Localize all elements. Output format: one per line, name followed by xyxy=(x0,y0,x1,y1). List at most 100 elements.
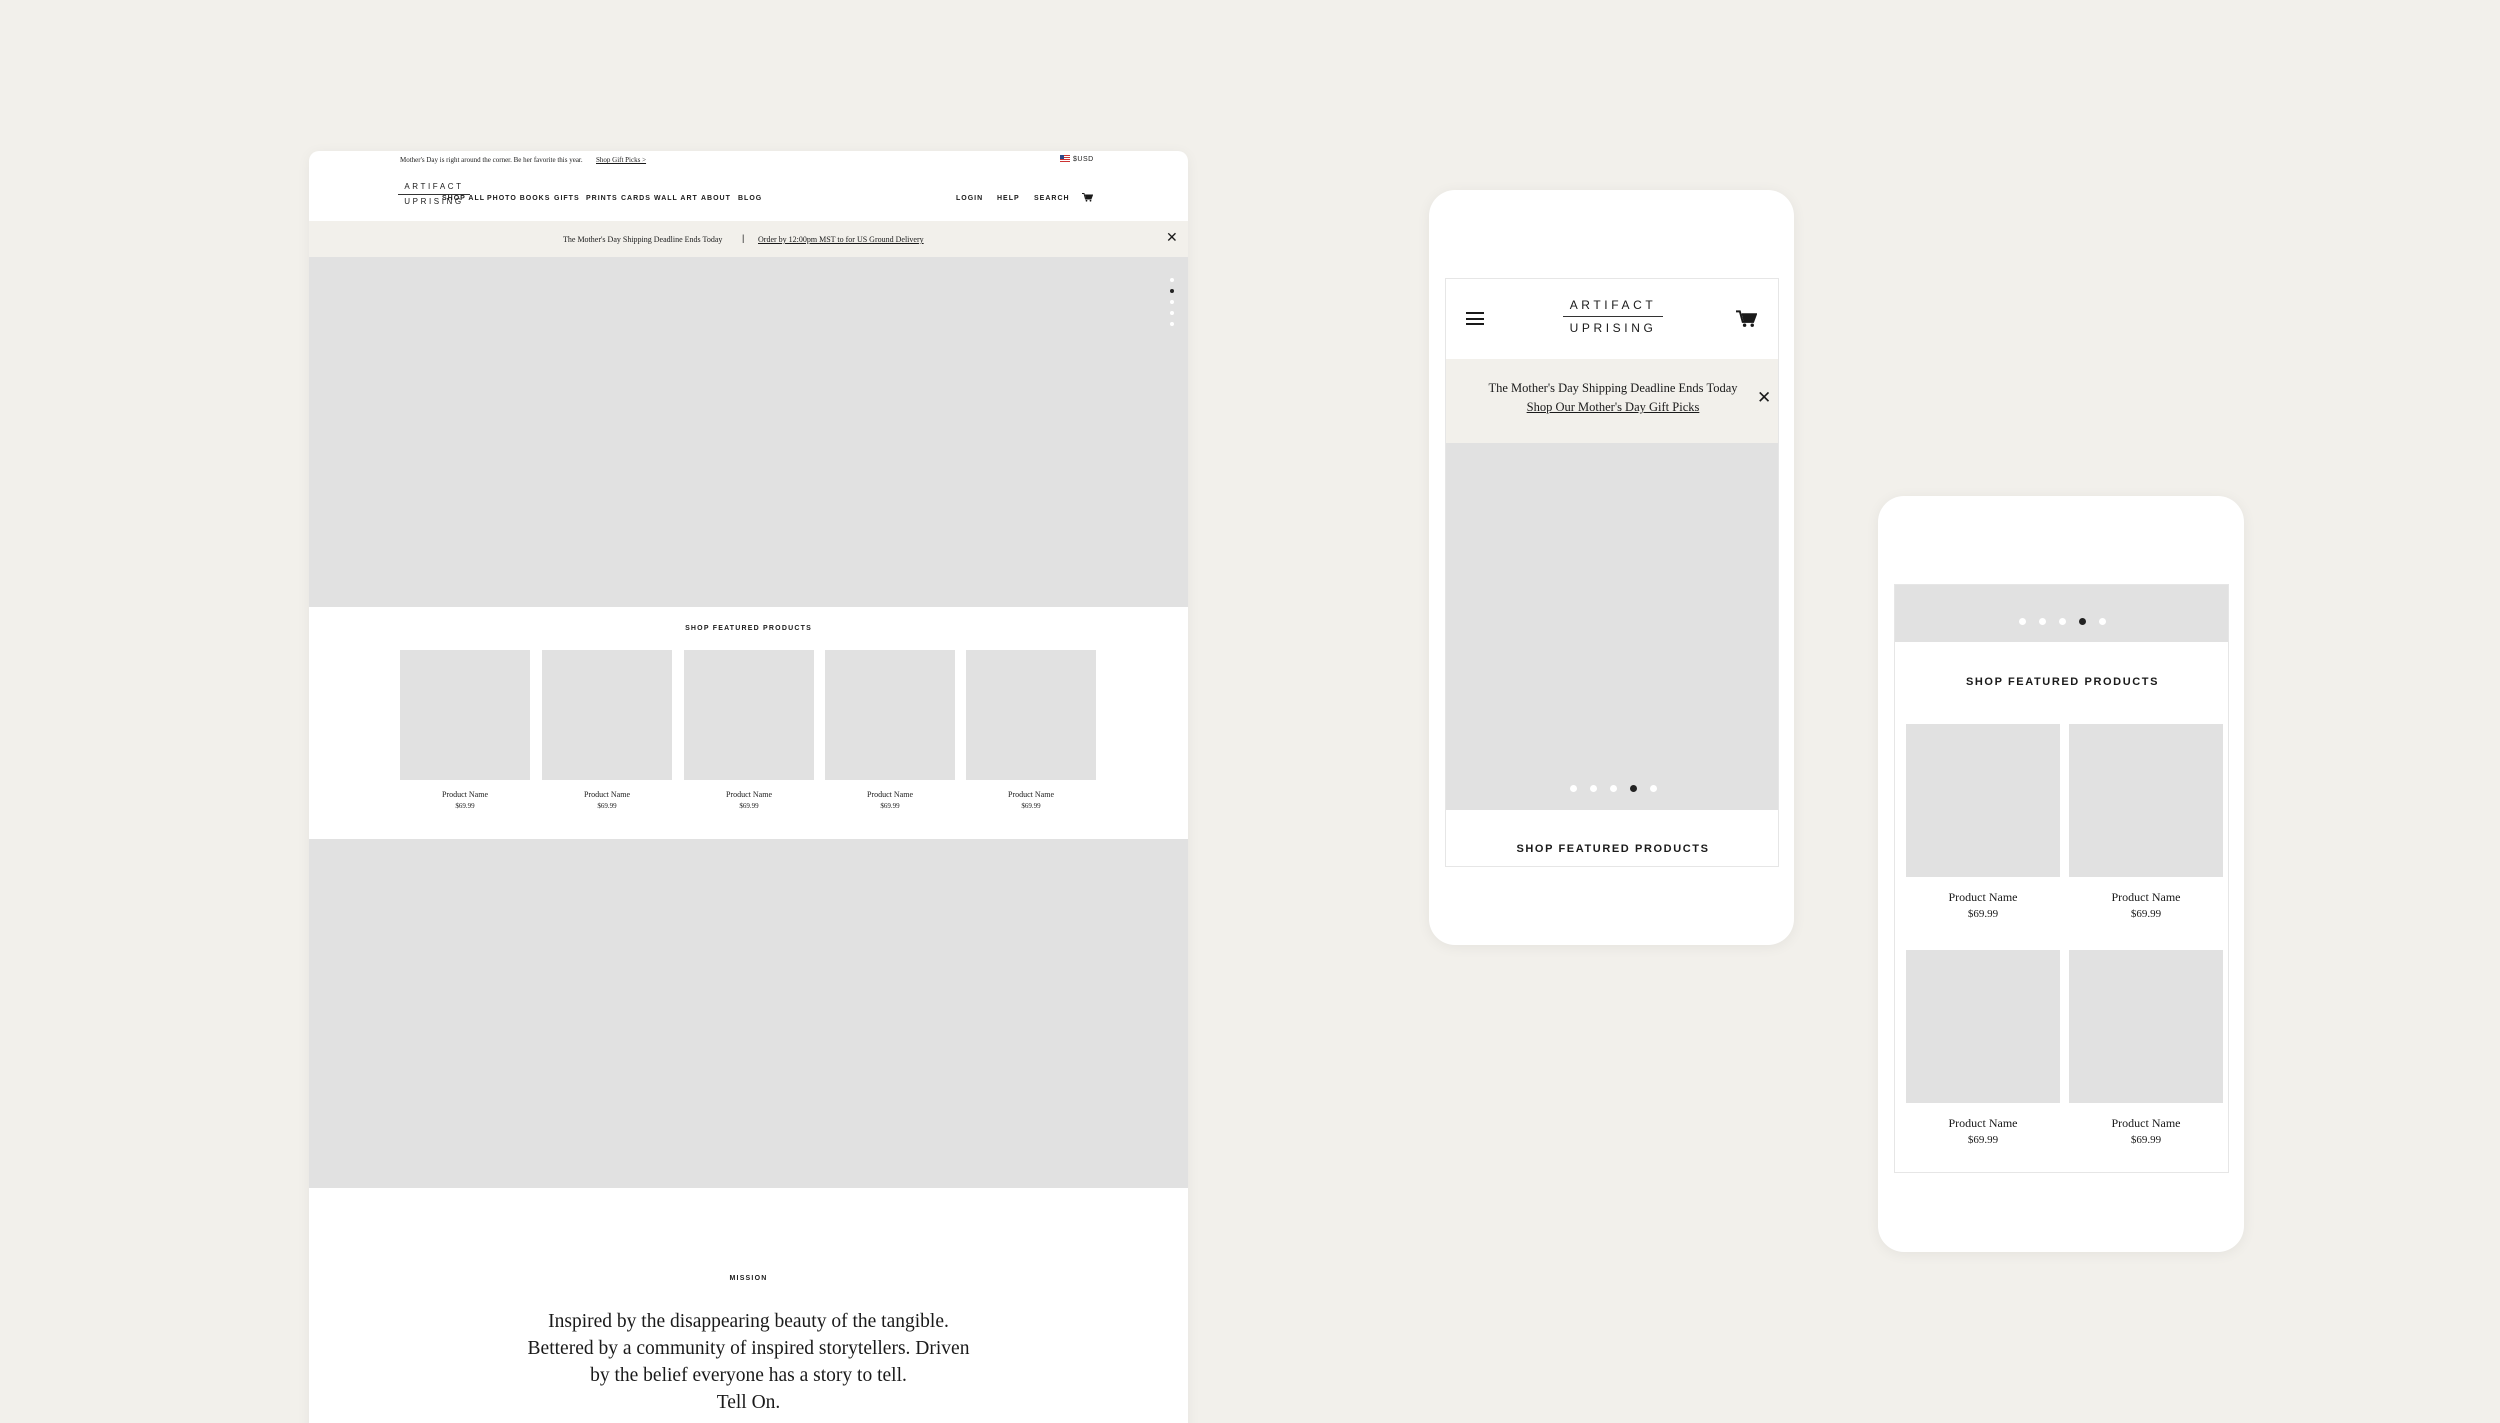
carousel-dots xyxy=(1170,278,1176,333)
nav-search[interactable]: SEARCH xyxy=(1034,195,1070,202)
product-name: Product Name xyxy=(1948,1116,2018,1130)
product-name: Product Name xyxy=(2111,1116,2181,1130)
mission-label: MISSION xyxy=(729,1275,768,1282)
product-name: Product Name xyxy=(584,790,630,799)
mobile-mockup-header: ARTIFACT UPRISING The Mother's Day Shipp… xyxy=(1429,190,1794,945)
close-icon[interactable]: ✕ xyxy=(1757,389,1771,406)
product-price: $69.99 xyxy=(2130,908,2162,920)
nav-about[interactable]: ABOUT xyxy=(701,195,731,202)
carousel-dot[interactable] xyxy=(2039,618,2046,625)
site-logo[interactable]: ARTIFACT UPRISING xyxy=(1563,299,1663,334)
gift-picks-link[interactable]: Shop Our Mother's Day Gift Picks xyxy=(1446,400,1778,415)
product-name: Product Name xyxy=(1948,890,2018,904)
banner-separator: | xyxy=(742,233,745,243)
product-card[interactable]: Product Name $69.99 xyxy=(1906,950,2060,1146)
cart-icon[interactable] xyxy=(1082,193,1093,202)
product-image[interactable] xyxy=(1906,950,2060,1103)
product-image[interactable] xyxy=(684,650,814,780)
product-image[interactable] xyxy=(1906,724,2060,877)
nav-cards[interactable]: CARDS xyxy=(621,195,651,202)
mobile-mockup-products: SHOP FEATURED PRODUCTS Product Name $69.… xyxy=(1878,496,2244,1252)
nav-shop-all[interactable]: SHOP ALL xyxy=(442,195,485,202)
nav-photo-books[interactable]: PHOTO BOOKS xyxy=(487,195,550,202)
carousel-dot[interactable] xyxy=(1569,785,1577,792)
currency-selector[interactable]: $USD xyxy=(1060,155,1094,163)
promo-text: Mother's Day is right around the corner.… xyxy=(400,156,583,164)
product-image[interactable] xyxy=(2069,724,2223,877)
product-price: $69.99 xyxy=(455,802,475,810)
cart-icon[interactable] xyxy=(1736,310,1757,328)
carousel-dot[interactable] xyxy=(1170,311,1174,315)
product-price: $69.99 xyxy=(1967,908,1999,920)
carousel-dot[interactable] xyxy=(2019,618,2026,625)
mission-line: Bettered by a community of inspired stor… xyxy=(527,1338,970,1359)
product-name: Product Name xyxy=(1008,790,1054,799)
currency-label: $USD xyxy=(1073,156,1094,163)
featured-products-title: SHOP FEATURED PRODUCTS xyxy=(1516,843,1710,855)
mission-statement: Inspired by the disappearing beauty of t… xyxy=(509,1308,988,1416)
product-price: $69.99 xyxy=(1967,1134,1999,1146)
product-price: $69.99 xyxy=(597,802,617,810)
nav-help[interactable]: HELP xyxy=(997,195,1020,202)
hero-carousel xyxy=(309,257,1188,607)
carousel-dot[interactable] xyxy=(2079,618,2086,625)
product-image[interactable] xyxy=(966,650,1096,780)
featured-products-title: SHOP FEATURED PRODUCTS xyxy=(1965,676,2160,688)
product-card[interactable]: Product Name $69.99 xyxy=(684,650,814,810)
mobile-header: ARTIFACT UPRISING xyxy=(1446,279,1778,359)
logo-line-1: ARTIFACT xyxy=(1563,299,1663,317)
product-card[interactable]: Product Name $69.99 xyxy=(1906,724,2060,920)
product-card[interactable]: Product Name $69.99 xyxy=(2069,724,2223,920)
carousel-dot[interactable] xyxy=(1649,785,1657,792)
shipping-order-link[interactable]: Order by 12:00pm MST to for US Ground De… xyxy=(758,235,924,244)
nav-blog[interactable]: BLOG xyxy=(738,195,762,202)
shop-gift-picks-link[interactable]: Shop Gift Picks > xyxy=(596,156,646,164)
product-name: Product Name xyxy=(726,790,772,799)
shipping-deadline-banner: The Mother's Day Shipping Deadline Ends … xyxy=(309,221,1188,257)
carousel-dot[interactable] xyxy=(1170,289,1174,293)
carousel-dot[interactable] xyxy=(2099,618,2106,625)
mission-line: Tell On. xyxy=(716,1392,781,1413)
nav-prints[interactable]: PRINTS xyxy=(586,195,618,202)
logo-line-2: UPRISING xyxy=(1569,321,1657,335)
product-card[interactable]: Product Name $69.99 xyxy=(825,650,955,810)
product-image[interactable] xyxy=(825,650,955,780)
shipping-deadline-banner: The Mother's Day Shipping Deadline Ends … xyxy=(1446,359,1778,443)
mission-line: Inspired by the disappearing beauty of t… xyxy=(548,1311,949,1332)
product-card[interactable]: Product Name $69.99 xyxy=(400,650,530,810)
featured-products-title: SHOP FEATURED PRODUCTS xyxy=(685,625,812,632)
carousel-dot[interactable] xyxy=(1609,785,1617,792)
product-image[interactable] xyxy=(400,650,530,780)
mobile-screen: ARTIFACT UPRISING The Mother's Day Shipp… xyxy=(1445,278,1779,867)
close-icon[interactable]: ✕ xyxy=(1166,230,1178,244)
nav-login[interactable]: LOGIN xyxy=(956,195,983,202)
hero-carousel xyxy=(1895,585,2228,642)
hero-carousel xyxy=(1446,443,1778,810)
carousel-dot[interactable] xyxy=(2059,618,2066,625)
product-name: Product Name xyxy=(867,790,913,799)
shipping-deadline-text: The Mother's Day Shipping Deadline Ends … xyxy=(563,235,723,244)
product-card[interactable]: Product Name $69.99 xyxy=(966,650,1096,810)
hamburger-icon[interactable] xyxy=(1466,312,1484,325)
product-card[interactable]: Product Name $69.99 xyxy=(542,650,672,810)
product-price: $69.99 xyxy=(2130,1134,2162,1146)
product-image[interactable] xyxy=(2069,950,2223,1103)
mobile-screen: SHOP FEATURED PRODUCTS Product Name $69.… xyxy=(1894,584,2229,1173)
product-price: $69.99 xyxy=(1021,802,1041,810)
nav-gifts[interactable]: GIFTS xyxy=(554,195,580,202)
carousel-dot[interactable] xyxy=(1170,278,1174,282)
carousel-dot[interactable] xyxy=(1170,300,1174,304)
product-card[interactable]: Product Name $69.99 xyxy=(2069,950,2223,1146)
featured-products-section: SHOP FEATURED PRODUCTS Product Name $69.… xyxy=(309,607,1188,839)
product-price: $69.99 xyxy=(739,802,759,810)
product-price: $69.99 xyxy=(880,802,900,810)
carousel-dot[interactable] xyxy=(1170,322,1174,326)
main-header: ARTIFACT UPRISING SHOP ALL PHOTO BOOKS G… xyxy=(309,169,1188,221)
nav-wall-art[interactable]: WALL ART xyxy=(654,195,698,202)
carousel-dots xyxy=(1895,618,2228,625)
carousel-dots xyxy=(1446,785,1778,792)
carousel-dot[interactable] xyxy=(1589,785,1597,792)
carousel-dot[interactable] xyxy=(1629,785,1637,792)
secondary-banner-image[interactable] xyxy=(309,839,1188,1188)
product-image[interactable] xyxy=(542,650,672,780)
